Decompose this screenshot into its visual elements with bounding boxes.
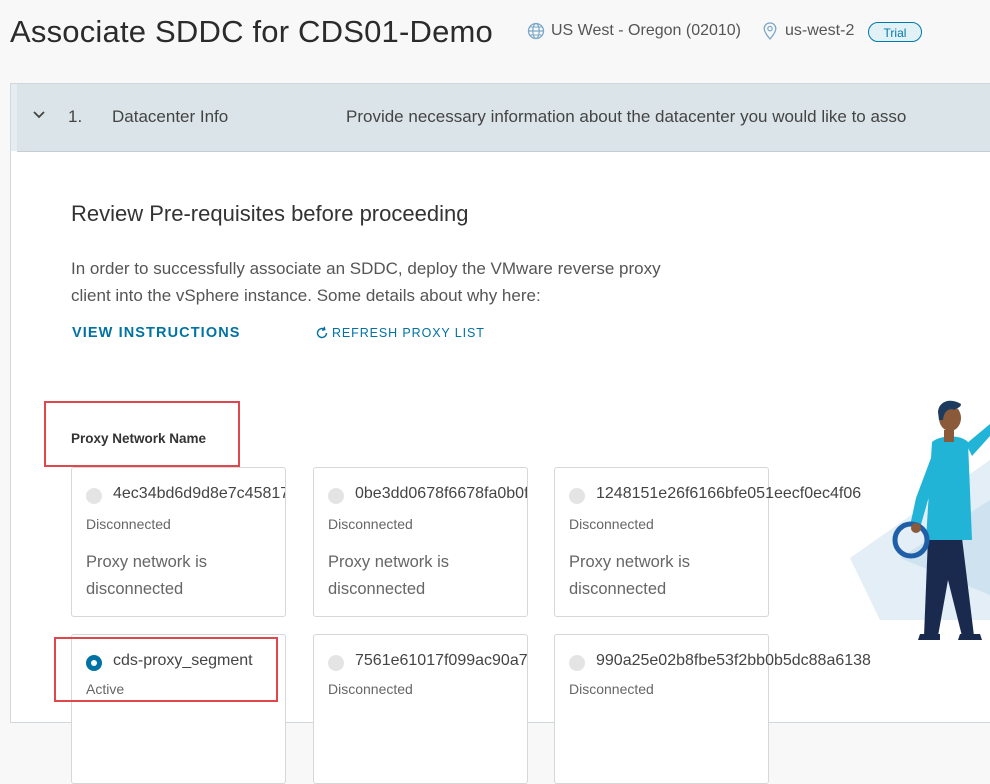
step-number: 1. <box>68 107 83 126</box>
proxy-card[interactable]: 0be3dd0678f6678fa0b0fe Disconnected Prox… <box>313 467 528 617</box>
map-pin-icon <box>763 22 777 40</box>
proxy-card[interactable]: 990a25e02b8fbe53f2bb0b5dc88a6138 Disconn… <box>554 634 871 784</box>
refresh-label: REFRESH PROXY LIST <box>332 326 485 340</box>
page-title: Associate SDDC for CDS01-Demo <box>10 14 494 49</box>
proxy-name: 7561e61017f099ac90a710d <box>355 652 528 669</box>
proxy-status: Disconnected <box>328 681 413 697</box>
refresh-proxy-list-button[interactable]: REFRESH PROXY LIST <box>315 326 485 340</box>
globe-icon <box>527 22 545 40</box>
refresh-icon <box>316 326 328 339</box>
region-text: US West - Oregon (02010) <box>551 22 742 39</box>
proxy-name: 4ec34bd6d9d8e7c45817fb <box>113 485 286 502</box>
trial-badge: Trial <box>868 22 922 42</box>
proxy-message: Proxy network is disconnected <box>328 553 450 598</box>
chevron-down-icon[interactable] <box>32 110 46 120</box>
location-text: us-west-2 <box>785 22 855 39</box>
proxy-card[interactable]: 1248151e26f6166bfe051eecf0ec4f06 Disconn… <box>554 467 861 617</box>
proxy-radio[interactable] <box>86 488 102 504</box>
proxy-card[interactable]: 7561e61017f099ac90a710d Disconnected <box>313 634 528 784</box>
paragraph-line: In order to successfully associate an SD… <box>71 259 661 278</box>
location-info: us-west-2 <box>763 22 854 40</box>
region-info: US West - Oregon (02010) <box>527 22 741 40</box>
proxy-radio[interactable] <box>569 488 585 504</box>
highlight-box <box>44 401 240 467</box>
proxy-message: Proxy network is disconnected <box>569 553 691 598</box>
person-illustration <box>850 400 990 640</box>
prerequisite-description: In order to successfully associate an SD… <box>71 255 791 309</box>
proxy-name: 0be3dd0678f6678fa0b0fe <box>355 485 528 502</box>
proxy-status: Disconnected <box>569 516 654 532</box>
proxy-radio[interactable] <box>328 655 344 671</box>
proxy-radio[interactable] <box>328 488 344 504</box>
step-description: Provide necessary information about the … <box>346 107 907 126</box>
highlight-box <box>54 637 278 702</box>
proxy-card[interactable]: 4ec34bd6d9d8e7c45817fb Disconnected Prox… <box>71 467 286 617</box>
proxy-message: Proxy network is disconnected <box>86 553 208 598</box>
proxy-status: Disconnected <box>569 681 654 697</box>
view-instructions-link[interactable]: VIEW INSTRUCTIONS <box>72 325 241 341</box>
step-title: Datacenter Info <box>112 107 229 126</box>
proxy-name: 1248151e26f6166bfe051eecf0ec4f06 <box>596 485 862 502</box>
proxy-radio[interactable] <box>569 655 585 671</box>
proxy-status: Disconnected <box>328 516 413 532</box>
paragraph-line: client into the vSphere instance. Some d… <box>71 286 541 305</box>
proxy-name: 990a25e02b8fbe53f2bb0b5dc88a6138 <box>596 652 871 669</box>
section-heading: Review Pre-requisites before proceeding <box>71 201 469 226</box>
proxy-status: Disconnected <box>86 516 171 532</box>
